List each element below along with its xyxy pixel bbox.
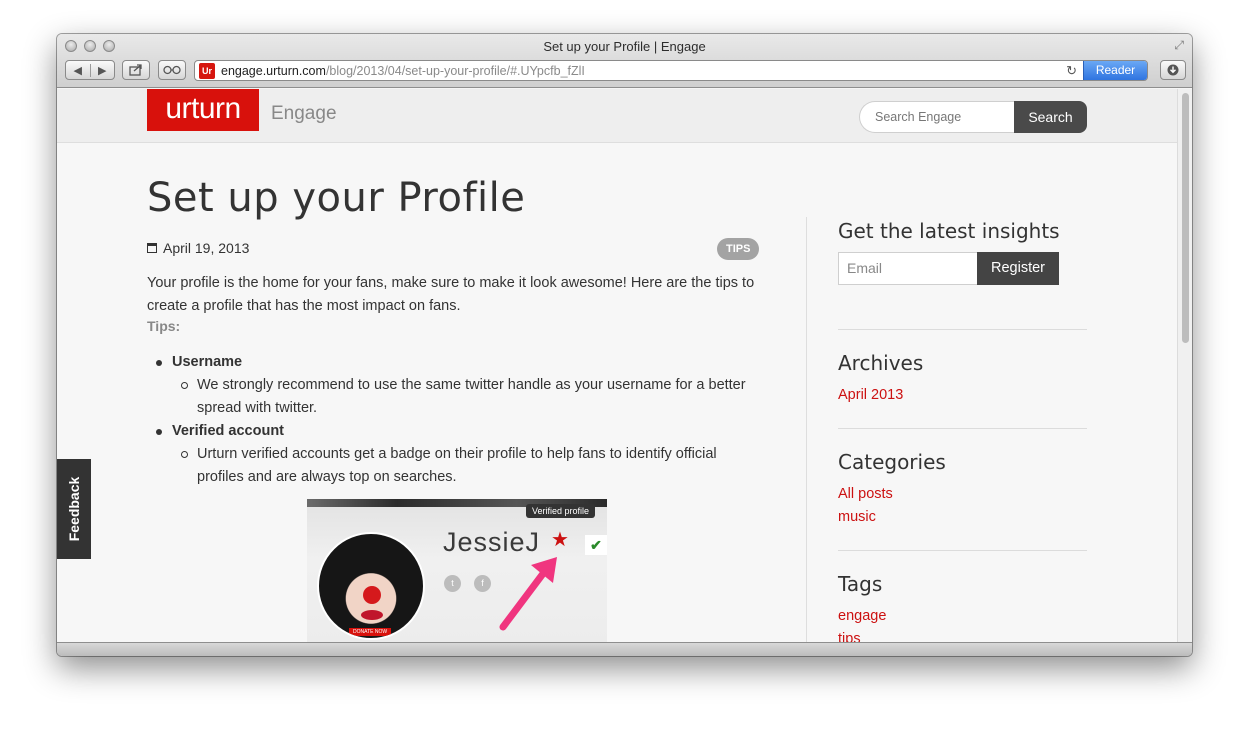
post-date-text: April 19, 2013 xyxy=(163,240,250,256)
glasses-icon xyxy=(163,65,181,75)
fullscreen-icon[interactable]: ⤢ xyxy=(1174,38,1184,53)
sidebar-divider xyxy=(838,329,1087,330)
vertical-scrollbar[interactable] xyxy=(1177,89,1192,642)
back-forward-buttons: ◀ ▶ xyxy=(65,60,115,80)
share-button[interactable] xyxy=(122,60,150,80)
check-icon: ✔ xyxy=(585,535,607,555)
categories-heading: Categories xyxy=(838,450,946,474)
content-divider xyxy=(806,217,807,642)
browser-window: Set up your Profile | Engage ⤢ ◀ ▶ Ur en… xyxy=(57,34,1192,656)
url-text[interactable]: engage.urturn.com/blog/2013/04/set-up-yo… xyxy=(221,64,585,78)
post-title: Set up your Profile xyxy=(147,175,526,221)
post-intro: Your profile is the home for your fans, … xyxy=(147,275,755,314)
calendar-icon xyxy=(147,243,157,253)
urturn-logo[interactable]: urturn xyxy=(147,89,259,131)
feedback-label: Feedback xyxy=(66,476,82,542)
email-field[interactable]: Email xyxy=(838,252,978,285)
donate-label: DONATE NOW xyxy=(349,628,392,636)
site-name[interactable]: Engage xyxy=(271,103,337,125)
search-input[interactable]: Search Engage xyxy=(859,101,1015,133)
window-status-bar xyxy=(57,642,1192,656)
window-title: Set up your Profile | Engage xyxy=(543,39,706,54)
tip-heading: Username xyxy=(172,354,243,370)
tip-detail: We strongly recommend to use the same tw… xyxy=(172,374,767,420)
sidebar-divider xyxy=(838,428,1087,429)
download-icon xyxy=(1167,64,1179,76)
back-button[interactable]: ◀ xyxy=(66,64,90,77)
site-favicon: Ur xyxy=(199,62,215,79)
post-tag-badge[interactable]: TIPS xyxy=(717,238,760,260)
register-button[interactable]: Register xyxy=(977,252,1059,285)
twitter-icon: t xyxy=(444,575,461,592)
newsletter-heading: Get the latest insights xyxy=(838,219,1060,243)
feedback-tab[interactable]: Feedback xyxy=(57,459,91,559)
downloads-button[interactable] xyxy=(1160,60,1186,80)
avatar-lips xyxy=(361,610,383,620)
archives-heading: Archives xyxy=(838,351,924,375)
pink-arrow-icon xyxy=(499,557,557,631)
post-date: April 19, 2013 xyxy=(147,240,249,256)
scrollbar-thumb[interactable] xyxy=(1182,93,1189,343)
browser-toolbar: Set up your Profile | Engage ⤢ ◀ ▶ Ur en… xyxy=(57,34,1192,88)
reload-icon[interactable]: ↻ xyxy=(1066,63,1077,79)
tags-heading: Tags xyxy=(838,572,883,596)
category-link-all-posts[interactable]: All posts xyxy=(838,486,893,502)
category-link-music[interactable]: music xyxy=(838,509,876,525)
site-header: urturn Engage Search Engage Search xyxy=(57,89,1177,143)
facebook-icon: f xyxy=(474,575,491,592)
share-icon xyxy=(129,64,142,76)
tip-heading: Verified account xyxy=(172,423,285,439)
tip-detail: Urturn verified accounts get a badge on … xyxy=(172,443,767,489)
avatar: DONATE NOW xyxy=(317,532,425,640)
verified-profile-screenshot: DONATE NOW Verified profile JessieJ ★ ✔ … xyxy=(307,499,607,642)
reading-list-button[interactable] xyxy=(158,60,186,80)
search-button[interactable]: Search xyxy=(1014,101,1087,133)
tips-list: Username We strongly recommend to use th… xyxy=(147,351,767,489)
tips-label: Tips: xyxy=(147,318,181,334)
list-item: Username xyxy=(147,351,767,374)
tag-link-engage[interactable]: engage xyxy=(838,608,886,624)
address-bar[interactable]: Ur engage.urturn.com/blog/2013/04/set-up… xyxy=(194,60,1148,81)
reader-button[interactable]: Reader xyxy=(1083,61,1147,80)
forward-button[interactable]: ▶ xyxy=(89,63,115,77)
verified-tooltip: Verified profile xyxy=(526,504,596,518)
verified-star-icon: ★ xyxy=(551,529,569,551)
page-viewport: urturn Engage Search Engage Search Set u… xyxy=(57,89,1177,642)
sidebar-divider xyxy=(838,550,1087,551)
url-domain: engage.urturn.com xyxy=(221,63,326,78)
tag-link-tips[interactable]: tips xyxy=(838,631,861,642)
archive-link-april-2013[interactable]: April 2013 xyxy=(838,387,903,403)
list-item: Verified account xyxy=(147,420,767,443)
url-path: /blog/2013/04/set-up-your-profile/#.UYpc… xyxy=(325,63,585,78)
red-nose xyxy=(363,586,381,604)
